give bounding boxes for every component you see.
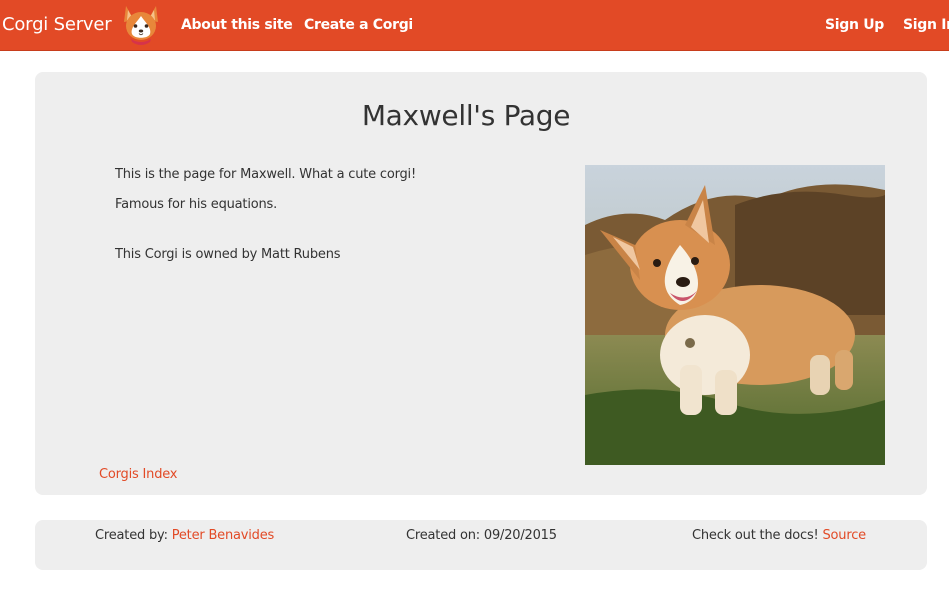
page-title: Maxwell's Page xyxy=(361,99,571,132)
top-navbar: Corgi Server About this site Create a Co… xyxy=(0,0,949,51)
created-by: Created by: Peter Benavides xyxy=(95,528,274,543)
corgi-card: Maxwell's Page This is the page for Maxw… xyxy=(35,72,927,495)
docs-label: Check out the docs! xyxy=(692,528,823,543)
footer: Created by: Peter Benavides Created on: … xyxy=(35,520,927,570)
brand-link[interactable]: Corgi Server xyxy=(2,14,112,35)
created-by-label: Created by: xyxy=(95,528,172,543)
owner-text: This Corgi is owned by Matt Rubens xyxy=(115,247,341,262)
nav-about-link[interactable]: About this site xyxy=(181,17,293,33)
nav-sign-in-link[interactable]: Sign In xyxy=(903,17,949,33)
created-on: Created on: 09/20/2015 xyxy=(406,528,557,543)
docs: Check out the docs! Source xyxy=(692,528,866,543)
nav-create-corgi-link[interactable]: Create a Corgi xyxy=(304,17,413,33)
intro-text: This is the page for Maxwell. What a cut… xyxy=(115,167,416,182)
corgis-index-link[interactable]: Corgis Index xyxy=(99,467,178,482)
author-link[interactable]: Peter Benavides xyxy=(172,528,275,543)
nav-sign-up-link[interactable]: Sign Up xyxy=(825,17,884,33)
source-link[interactable]: Source xyxy=(822,528,866,543)
corgi-logo-icon[interactable] xyxy=(120,2,162,48)
corgi-photo xyxy=(585,165,885,465)
description-text: Famous for his equations. xyxy=(115,197,278,212)
